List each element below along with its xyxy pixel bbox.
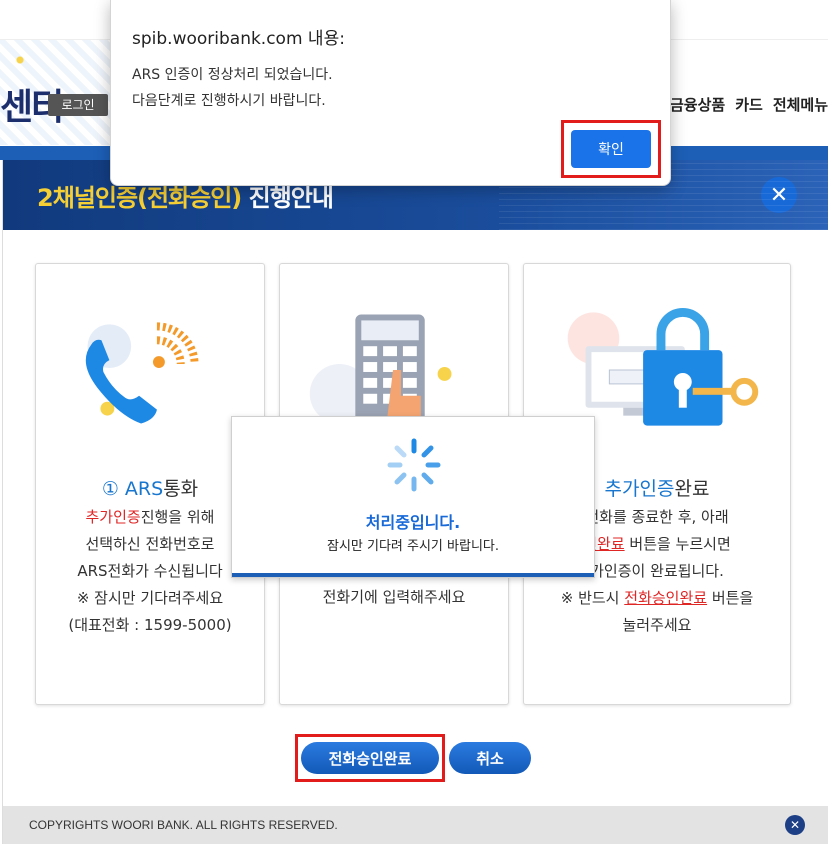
modal-title-rest: 진행안내 bbox=[241, 184, 334, 212]
phone-icon bbox=[85, 322, 199, 424]
lock-icon bbox=[567, 307, 759, 426]
phone-auth-complete-button[interactable]: 전화승인완료 bbox=[301, 742, 439, 774]
login-button[interactable]: 로그인 bbox=[48, 94, 108, 116]
step1-title: ① ARS통화 bbox=[101, 478, 199, 500]
close-icon: ✕ bbox=[789, 818, 801, 832]
copyright-text: COPYRIGHTS WOORI BANK. ALL RIGHTS RESERV… bbox=[29, 818, 338, 832]
site-nav: 금융상품 카드 전체메뉴 bbox=[670, 94, 828, 115]
modal-button-row: 전화승인완료 취소 bbox=[3, 734, 828, 782]
close-icon: ✕ bbox=[769, 182, 789, 207]
modal-footer: COPYRIGHTS WOORI BANK. ALL RIGHTS RESERV… bbox=[3, 806, 828, 844]
alert-message: ARS 인증이 정상처리 되었습니다. 다음단계로 진행하시기 바랍니다. bbox=[132, 67, 333, 109]
nav-item-card[interactable]: 카드 bbox=[735, 94, 763, 115]
step1-description: 추가인증진행을 위해 선택하신 전화번호로 ARS전화가 수신됩니다 ※ 잠시만… bbox=[68, 508, 232, 634]
step2-description: 전화기에 입력해주세요 bbox=[322, 588, 466, 606]
keypad-icon bbox=[309, 314, 452, 432]
browser-alert-dialog: spib.wooribank.com 내용: ARS 인증이 정상처리 되었습니… bbox=[110, 0, 671, 186]
cancel-button[interactable]: 취소 bbox=[449, 742, 531, 774]
modal-title-highlight: 2채널인증(전화승인) bbox=[37, 184, 242, 212]
alert-origin: spib.wooribank.com 내용: bbox=[132, 29, 345, 49]
alert-ok-button[interactable]: 확인 bbox=[571, 130, 651, 168]
loading-subtitle: 잠시만 기다려 주시기 바랍니다. bbox=[326, 539, 499, 554]
loading-overlay: 처리중입니다. 잠시만 기다려 주시기 바랍니다. bbox=[231, 416, 595, 578]
loading-title: 처리중입니다. bbox=[365, 513, 461, 532]
spinner-icon bbox=[387, 438, 441, 492]
footer-close-button[interactable]: ✕ bbox=[785, 815, 805, 835]
nav-item-products[interactable]: 금융상품 bbox=[670, 94, 725, 115]
nav-item-all-menu[interactable]: 전체메뉴 bbox=[773, 94, 828, 115]
modal-close-button[interactable]: ✕ bbox=[761, 177, 797, 213]
